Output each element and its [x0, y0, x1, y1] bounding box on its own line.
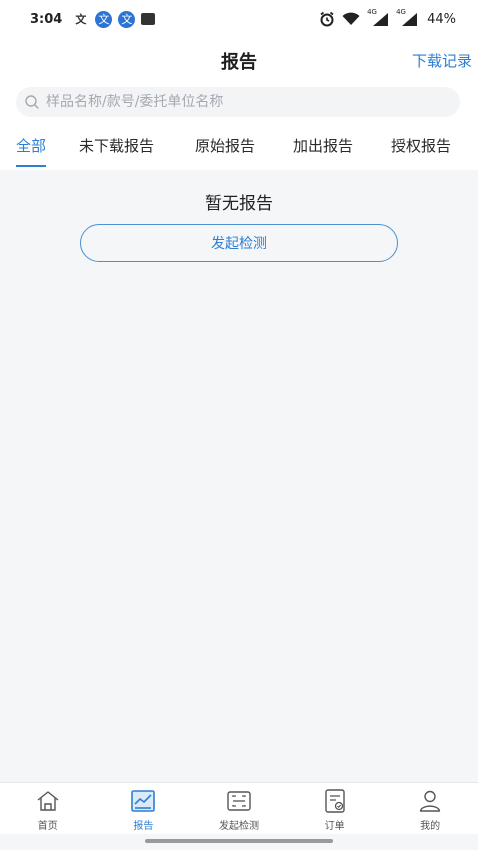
page-title: 报告: [221, 52, 257, 73]
order-icon: [324, 789, 345, 813]
download-history-link[interactable]: 下载记录: [412, 50, 472, 71]
image-notification-icon: [141, 13, 156, 25]
header: 报告 下载记录: [0, 38, 478, 82]
signal-1: 4G: [367, 8, 389, 26]
nav-item-order[interactable]: 订单: [287, 783, 383, 834]
tab-not-downloaded[interactable]: 未下载报告: [79, 122, 154, 170]
status-time: 3:04: [30, 11, 63, 27]
report-icon: [131, 790, 156, 812]
search-input[interactable]: [46, 94, 436, 110]
notification-app-icon: 文: [118, 10, 136, 28]
start-test-button[interactable]: 发起检测: [80, 224, 398, 262]
search-icon: [25, 95, 39, 109]
tab-additional[interactable]: 加出报告: [293, 122, 353, 170]
status-bar: 3:04 文 文 文 4G 4G 44%: [0, 0, 478, 38]
scan-icon: [227, 791, 251, 811]
empty-message: 暂无报告: [205, 194, 273, 214]
signal-icon: [373, 13, 389, 26]
signal-2: 4G: [396, 8, 418, 26]
report-tabs: 全部 未下载报告 原始报告 加出报告 授权报告: [0, 122, 478, 170]
search-box[interactable]: [16, 87, 460, 117]
nav-item-profile[interactable]: 我的: [382, 783, 478, 834]
bottom-nav: 首页 报告 发起检测 订单 我的: [0, 782, 478, 834]
nav-item-home[interactable]: 首页: [0, 783, 96, 834]
tab-original[interactable]: 原始报告: [195, 122, 255, 170]
notification-app-icon: 文: [75, 12, 87, 26]
notification-app-icon: 文: [95, 10, 113, 28]
home-icon: [37, 791, 59, 811]
nav-item-report[interactable]: 报告: [96, 783, 192, 834]
tab-all[interactable]: 全部: [16, 122, 47, 170]
search-bar: [0, 82, 478, 122]
nav-label: 订单: [324, 821, 345, 832]
wifi-icon: [342, 12, 360, 25]
nav-label: 我的: [420, 821, 441, 832]
tab-authorized[interactable]: 授权报告: [391, 122, 451, 170]
status-left: 3:04 文 文 文: [30, 10, 156, 28]
battery-level: 44%: [427, 11, 456, 27]
nav-label: 报告: [133, 821, 154, 832]
home-indicator[interactable]: [145, 839, 333, 843]
profile-icon: [419, 790, 441, 812]
nav-label: 首页: [37, 821, 58, 832]
nav-item-start-test[interactable]: 发起检测: [191, 783, 287, 834]
status-right: 4G 4G 44%: [319, 8, 456, 27]
nav-label: 发起检测: [218, 821, 259, 832]
alarm-icon: [320, 11, 334, 27]
signal-icon: [402, 13, 418, 26]
